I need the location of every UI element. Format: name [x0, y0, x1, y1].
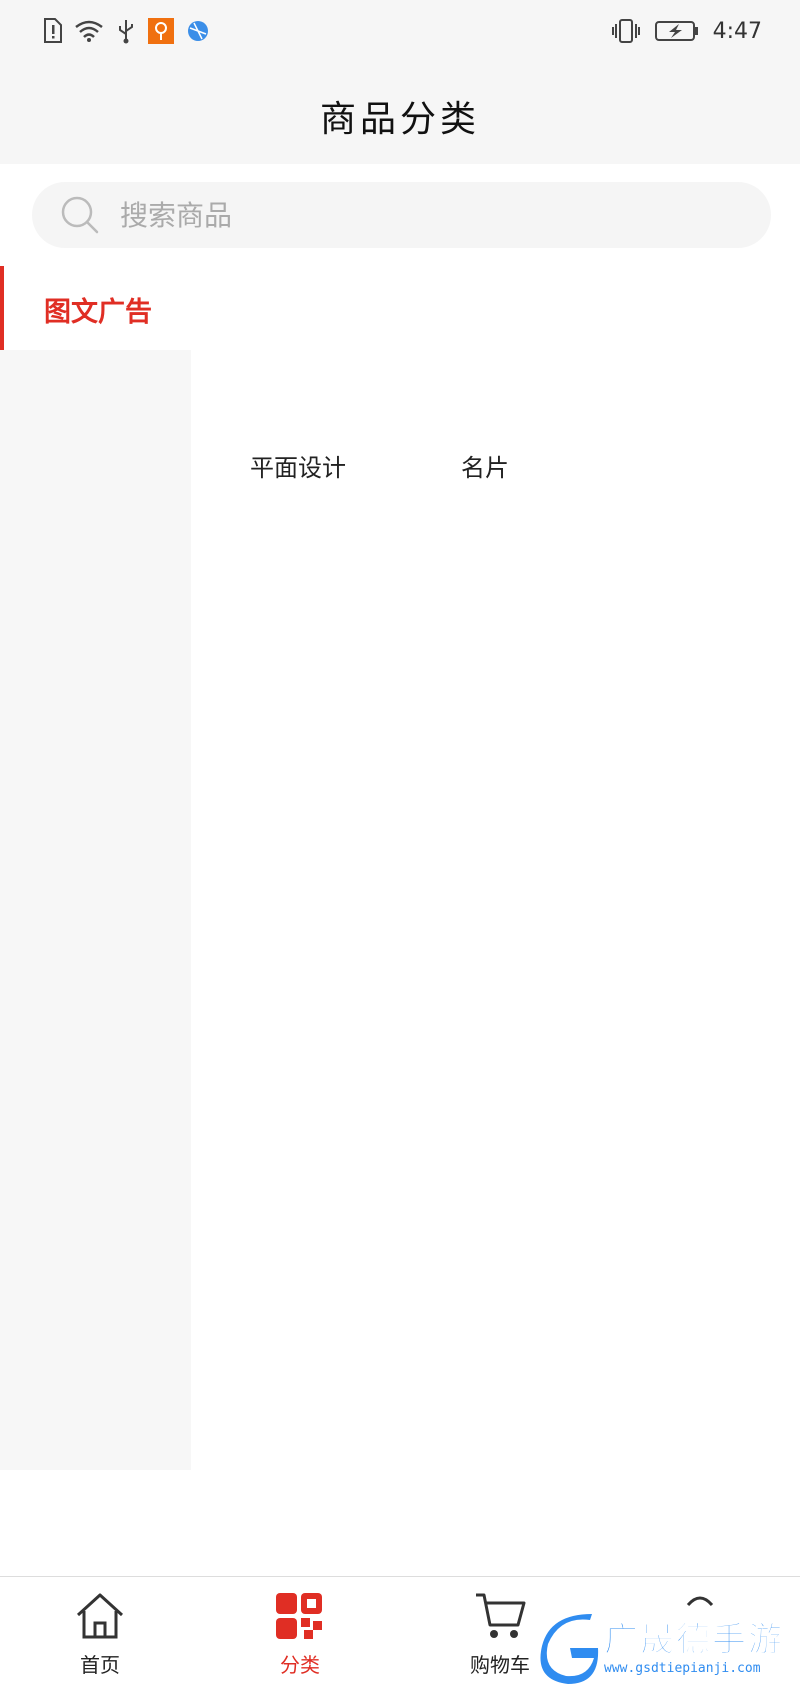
header: 商品分类 — [0, 68, 800, 164]
page-title: 商品分类 — [319, 99, 480, 140]
wifi-icon — [75, 20, 103, 42]
cart-icon — [476, 1593, 526, 1638]
search-icon — [61, 196, 99, 234]
vibrate-icon — [611, 19, 640, 43]
tab-home[interactable]: 首页 — [0, 1577, 200, 1690]
status-bar: 4:47 — [0, 0, 800, 68]
tab-category[interactable]: 分类 — [200, 1577, 400, 1690]
category-grid-icon — [276, 1593, 322, 1639]
sidebar-item-graphic-ads[interactable]: 图文广告 — [0, 266, 191, 350]
status-icons-left — [42, 18, 210, 44]
browser-icon — [188, 21, 208, 41]
search-bar[interactable] — [32, 182, 771, 248]
category-sidebar: 图文广告 — [0, 266, 191, 1470]
status-icons-right: 4:47 — [611, 18, 762, 44]
watermark-url: www.gsdtiepianji.com — [604, 1661, 761, 1676]
sidebar-item-label: 图文广告 — [44, 297, 152, 328]
watermark-text: 广晟德手游 — [604, 1620, 784, 1661]
usb-icon — [119, 20, 133, 44]
search-input[interactable] — [118, 197, 722, 233]
home-icon — [76, 1593, 124, 1639]
sim-alert-icon — [44, 18, 62, 43]
subcategory-business-cards[interactable]: 名片 — [461, 448, 509, 483]
app-notification-icon — [148, 18, 174, 44]
tab-home-label: 首页 — [80, 1653, 120, 1677]
watermark-logo-icon — [540, 1614, 599, 1684]
watermark: 广晟德手游 www.gsdtiepianji.com — [540, 1612, 800, 1689]
subcategory-graphic-design[interactable]: 平面设计 — [250, 448, 346, 483]
battery-charging-icon — [654, 21, 698, 41]
status-time: 4:47 — [712, 18, 762, 44]
tab-category-label: 分类 — [280, 1653, 320, 1677]
